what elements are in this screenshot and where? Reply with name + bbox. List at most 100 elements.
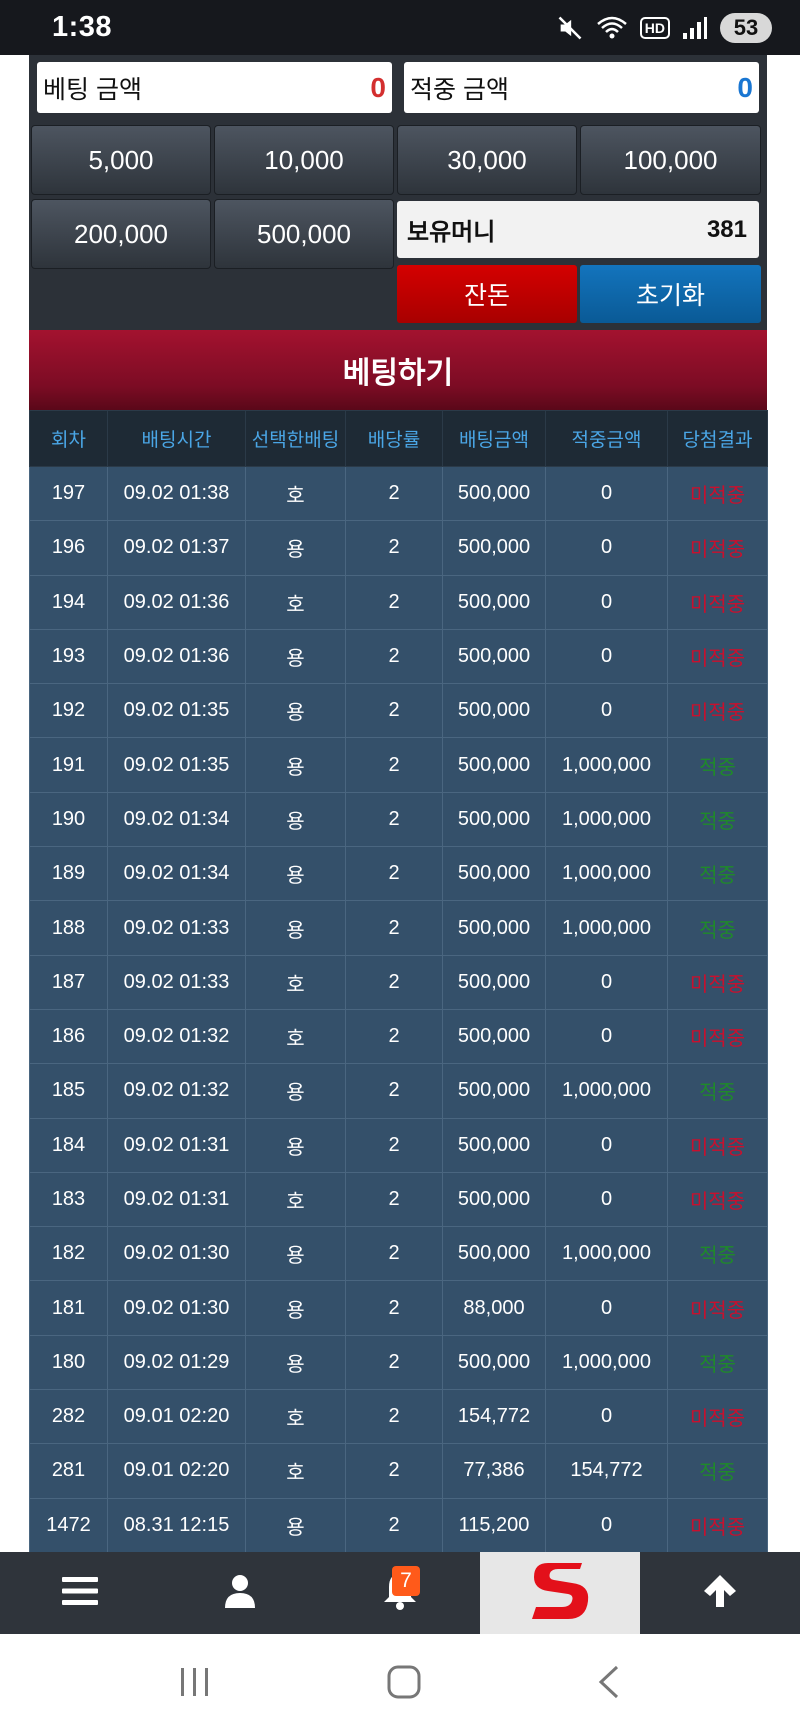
cell-time: 09.02 01:34: [107, 846, 246, 902]
chip-5000-button[interactable]: 5,000: [31, 125, 211, 195]
cell-round: 191: [29, 737, 108, 793]
table-row: 185 09.02 01:32 용 2 500,000 1,000,000 적중: [29, 1063, 768, 1119]
cell-payout: 0: [545, 574, 668, 630]
cell-result: 미적중: [667, 683, 768, 739]
cell-time: 09.02 01:37: [107, 520, 246, 576]
home-icon[interactable]: [386, 1664, 422, 1705]
cell-round: 186: [29, 1008, 108, 1065]
cell-bet: 500,000: [442, 520, 546, 576]
hd-voice-icon: HD: [639, 16, 670, 39]
bet-amount-value: 0: [370, 71, 386, 103]
cell-pick: 용: [245, 900, 346, 956]
holding-money-box: 보유머니 381: [397, 201, 759, 258]
cell-odds: 2: [345, 1171, 443, 1228]
cell-payout: 0: [545, 954, 668, 1010]
status-time: 1:38: [52, 11, 113, 43]
chip-500000-button[interactable]: 500,000: [214, 199, 394, 269]
table-row: 192 09.02 01:35 용 2 500,000 0 미적중: [29, 683, 768, 739]
col-bet: 배팅금액: [442, 410, 546, 467]
cell-odds: 2: [345, 1008, 443, 1065]
cell-payout: 0: [545, 1497, 668, 1553]
cell-time: 09.02 01:30: [107, 1226, 246, 1282]
chip-10000-button[interactable]: 10,000: [214, 125, 394, 195]
holding-money-value: 381: [706, 215, 747, 243]
col-payout: 적중금액: [545, 410, 668, 467]
cell-payout: 0: [545, 1117, 668, 1173]
bet-amount-label: 베팅 금액: [43, 75, 142, 104]
cell-time: 09.02 01:32: [107, 1008, 246, 1065]
cell-bet: 500,000: [442, 1063, 546, 1119]
brand-logo-button[interactable]: [480, 1552, 640, 1634]
recent-apps-icon[interactable]: [177, 1666, 213, 1703]
cell-result: 적중: [667, 737, 768, 793]
cell-time: 09.02 01:32: [107, 1063, 246, 1119]
scroll-top-button[interactable]: [640, 1552, 800, 1634]
cell-bet: 77,386: [442, 1443, 546, 1499]
chip-200000-button[interactable]: 200,000: [31, 199, 211, 269]
cell-round: 282: [29, 1389, 108, 1445]
bet-amount-box: 베팅 금액 0: [37, 62, 392, 113]
table-row: 1472 08.31 12:15 용 2 115,200 0 미적중: [29, 1497, 768, 1553]
win-amount-box: 적중 금액 0: [404, 62, 759, 113]
balance-button[interactable]: 잔돈: [397, 265, 577, 323]
cell-time: 09.02 01:30: [107, 1280, 246, 1336]
cell-round: 188: [29, 900, 108, 956]
win-amount-label: 적중 금액: [410, 75, 509, 104]
cell-bet: 500,000: [442, 1334, 546, 1391]
arrow-up-icon: [702, 1573, 738, 1614]
cell-bet: 500,000: [442, 683, 546, 739]
profile-button[interactable]: [160, 1552, 320, 1634]
cell-result: 적중: [667, 1063, 768, 1119]
cell-pick: 용: [245, 1334, 346, 1391]
cell-pick: 용: [245, 1497, 346, 1553]
cell-result: 미적중: [667, 1389, 768, 1445]
status-bar: 1:38 HD 53: [0, 0, 800, 55]
cell-result: 적중: [667, 1334, 768, 1391]
cell-pick: 호: [245, 574, 346, 630]
cell-odds: 2: [345, 1497, 443, 1553]
cell-round: 192: [29, 683, 108, 739]
cell-bet: 500,000: [442, 1117, 546, 1173]
cell-bet: 115,200: [442, 1497, 546, 1553]
cell-result: 미적중: [667, 628, 768, 685]
cell-time: 08.31 12:15: [107, 1497, 246, 1553]
signal-icon: [682, 16, 708, 40]
cell-pick: 용: [245, 520, 346, 576]
cell-payout: 0: [545, 1389, 668, 1445]
cell-result: 적중: [667, 791, 768, 848]
chip-100000-button[interactable]: 100,000: [580, 125, 761, 195]
cell-payout: 1,000,000: [545, 900, 668, 956]
cell-result: 적중: [667, 1226, 768, 1282]
notifications-button[interactable]: 7: [320, 1552, 480, 1634]
cell-round: 193: [29, 628, 108, 685]
cell-odds: 2: [345, 954, 443, 1010]
cell-pick: 용: [245, 1280, 346, 1336]
cell-payout: 0: [545, 683, 668, 739]
cell-round: 181: [29, 1280, 108, 1336]
cell-round: 182: [29, 1226, 108, 1282]
mute-icon: [556, 14, 584, 42]
cell-round: 184: [29, 1117, 108, 1173]
cell-payout: 0: [545, 465, 668, 522]
cell-odds: 2: [345, 791, 443, 848]
back-icon[interactable]: [595, 1664, 623, 1705]
col-result: 당첨결과: [667, 410, 768, 467]
cell-bet: 500,000: [442, 574, 546, 630]
bottom-nav: 7: [0, 1552, 800, 1634]
reset-button[interactable]: 초기화: [580, 265, 761, 323]
cell-result: 미적중: [667, 574, 768, 630]
user-icon: [224, 1574, 256, 1613]
cell-bet: 500,000: [442, 628, 546, 685]
col-pick: 선택한배팅: [245, 410, 346, 467]
menu-button[interactable]: [0, 1552, 160, 1634]
cell-result: 미적중: [667, 1171, 768, 1228]
table-row: 193 09.02 01:36 용 2 500,000 0 미적중: [29, 628, 768, 685]
cell-time: 09.02 01:34: [107, 791, 246, 848]
place-bet-button[interactable]: 베팅하기: [29, 330, 767, 410]
bet-history-table: 회차 배팅시간 선택한배팅 배당률 배팅금액 적중금액 당첨결과 197 09.0…: [29, 410, 768, 1553]
table-row: 189 09.02 01:34 용 2 500,000 1,000,000 적중: [29, 846, 768, 902]
table-row: 191 09.02 01:35 용 2 500,000 1,000,000 적중: [29, 737, 768, 793]
cell-odds: 2: [345, 1443, 443, 1499]
cell-round: 197: [29, 465, 108, 522]
chip-30000-button[interactable]: 30,000: [397, 125, 577, 195]
